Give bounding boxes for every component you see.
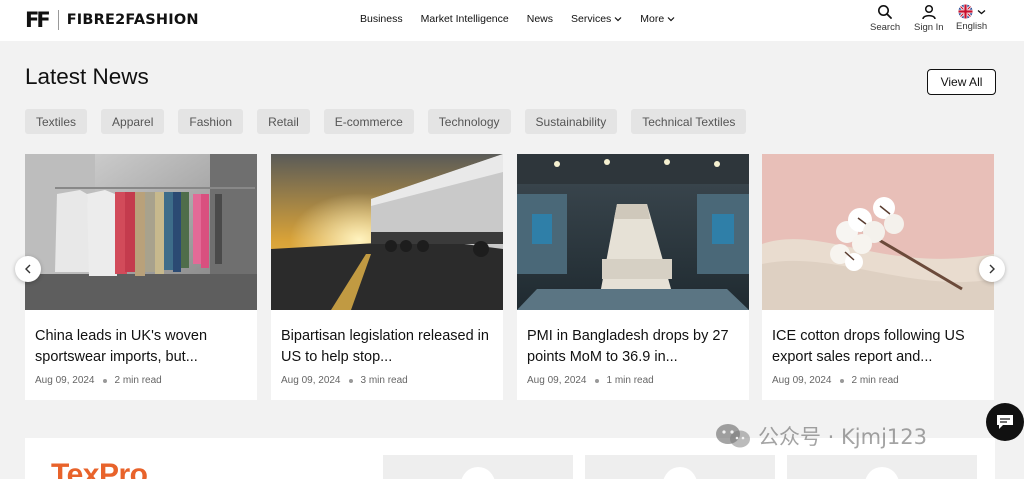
chip-textiles[interactable]: Textiles xyxy=(25,109,88,134)
nav-label: More xyxy=(640,13,665,25)
news-card-date: Aug 09, 2024 xyxy=(35,375,95,386)
chip-retail[interactable]: Retail xyxy=(257,109,310,134)
main-nav: Business Market Intelligence News Servic… xyxy=(360,13,693,25)
nav-label: Business xyxy=(360,13,403,25)
nav-item-more[interactable]: More xyxy=(640,13,675,25)
news-card-image xyxy=(271,154,503,310)
news-card-meta: Aug 09, 2024 1 min read xyxy=(527,375,654,386)
news-card-meta: Aug 09, 2024 2 min read xyxy=(35,375,162,386)
search-button[interactable]: Search xyxy=(870,4,900,33)
separator-dot xyxy=(102,378,107,383)
feature-tile[interactable] xyxy=(585,455,775,479)
tile-icon-placeholder xyxy=(461,467,495,479)
user-icon xyxy=(922,4,936,20)
news-card-meta: Aug 09, 2024 3 min read xyxy=(281,375,408,386)
tile-icon-placeholder xyxy=(663,467,697,479)
chevron-down-icon xyxy=(614,17,622,22)
news-card-meta: Aug 09, 2024 2 min read xyxy=(772,375,899,386)
separator-dot xyxy=(348,378,353,383)
news-card-image xyxy=(762,154,994,310)
news-card-image xyxy=(25,154,257,310)
site-logo[interactable]: FF FIBRE2FASHION xyxy=(25,8,199,32)
news-card-read-time: 3 min read xyxy=(360,375,408,386)
texpro-logo[interactable]: TexPro xyxy=(51,458,148,479)
search-icon xyxy=(878,5,892,19)
logo-wordmark: FIBRE2FASHION xyxy=(66,12,199,28)
tile-icon-placeholder xyxy=(865,467,899,479)
chip-sustainability[interactable]: Sustainability xyxy=(524,109,618,134)
chevron-left-icon xyxy=(25,264,31,274)
view-all-button[interactable]: View All xyxy=(927,69,996,95)
separator-dot xyxy=(839,378,844,383)
news-card-title[interactable]: Bipartisan legislation released in US to… xyxy=(281,326,495,368)
section-title: Latest News xyxy=(25,64,149,89)
sign-in-label: Sign In xyxy=(914,22,944,33)
news-card-date: Aug 09, 2024 xyxy=(527,375,587,386)
top-navigation-bar: FF FIBRE2FASHION Business Market Intelli… xyxy=(0,0,1024,41)
nav-label: Market Intelligence xyxy=(420,13,509,25)
chat-button[interactable] xyxy=(986,403,1024,441)
chevron-down-icon xyxy=(977,9,986,14)
news-card-read-time: 1 min read xyxy=(606,375,654,386)
chat-bubble-icon xyxy=(997,415,1013,429)
news-card-title[interactable]: PMI in Bangladesh drops by 27 points MoM… xyxy=(527,326,741,368)
watermark: 公众号 · Kjmj123 xyxy=(714,421,927,451)
chip-fashion[interactable]: Fashion xyxy=(178,109,244,134)
logo-mark: FF xyxy=(25,8,51,32)
nav-item-news[interactable]: News xyxy=(527,13,553,25)
carousel-next-button[interactable] xyxy=(979,256,1005,282)
logo-divider xyxy=(57,10,59,30)
language-selector[interactable]: English xyxy=(956,4,987,32)
news-card[interactable]: Bipartisan legislation released in US to… xyxy=(271,154,503,400)
separator-dot xyxy=(594,378,599,383)
nav-item-market-intelligence[interactable]: Market Intelligence xyxy=(421,13,509,25)
nav-item-services[interactable]: Services xyxy=(571,13,622,25)
chip-e-commerce[interactable]: E-commerce xyxy=(323,109,414,134)
chip-technology[interactable]: Technology xyxy=(427,109,511,134)
nav-item-business[interactable]: Business xyxy=(360,13,403,25)
watermark-text: 公众号 · Kjmj123 xyxy=(758,425,928,449)
news-card[interactable]: China leads in UK's woven sportswear imp… xyxy=(25,154,257,400)
news-card-title[interactable]: ICE cotton drops following US export sal… xyxy=(772,326,986,368)
news-card-read-time: 2 min read xyxy=(851,375,899,386)
wechat-icon xyxy=(716,424,750,448)
nav-label: News xyxy=(526,13,554,25)
feature-tile[interactable] xyxy=(383,455,573,479)
news-card-title[interactable]: China leads in UK's woven sportswear imp… xyxy=(35,326,249,368)
uk-flag-icon xyxy=(958,4,973,19)
search-label: Search xyxy=(870,22,901,33)
language-label: English xyxy=(956,21,988,32)
chip-technical-textiles[interactable]: Technical Textiles xyxy=(631,109,747,134)
news-card[interactable]: ICE cotton drops following US export sal… xyxy=(762,154,994,400)
nav-label: Services xyxy=(571,13,612,25)
sign-in-button[interactable]: Sign In xyxy=(914,4,944,33)
category-filter-chips: Textiles Apparel Fashion Retail E-commer… xyxy=(25,109,760,134)
news-card-read-time: 2 min read xyxy=(114,375,162,386)
news-card[interactable]: PMI in Bangladesh drops by 27 points MoM… xyxy=(517,154,749,400)
news-card-date: Aug 09, 2024 xyxy=(772,375,832,386)
carousel-prev-button[interactable] xyxy=(15,256,41,282)
chevron-down-icon xyxy=(667,17,675,22)
feature-tile[interactable] xyxy=(787,455,977,479)
chip-apparel[interactable]: Apparel xyxy=(101,109,165,134)
news-card-date: Aug 09, 2024 xyxy=(281,375,341,386)
news-card-image xyxy=(517,154,749,310)
chevron-right-icon xyxy=(989,264,995,274)
